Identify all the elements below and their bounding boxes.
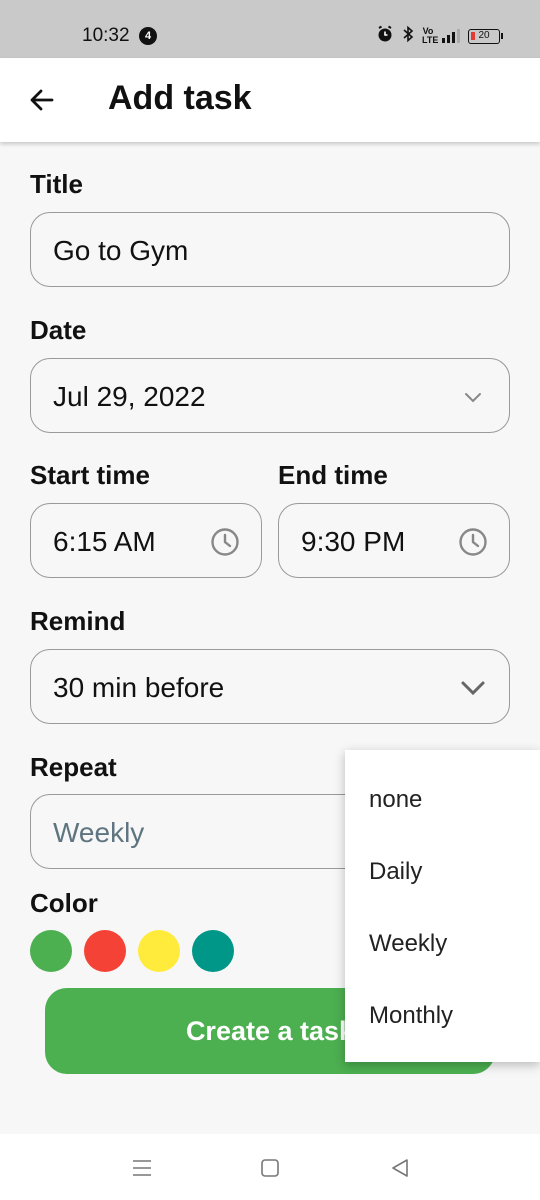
color-swatches <box>30 930 234 972</box>
color-swatch-red[interactable] <box>84 930 126 972</box>
date-value: Jul 29, 2022 <box>53 381 206 412</box>
status-icons: Vo LTE 20 <box>376 25 503 48</box>
back-button[interactable] <box>22 80 62 120</box>
title-field[interactable]: Go to Gym <box>30 212 510 287</box>
page-title: Add task <box>108 79 252 117</box>
dropdown-option-monthly[interactable]: Monthly <box>369 1002 453 1030</box>
volte-indicator: Vo LTE <box>422 26 439 45</box>
end-time-field[interactable]: 9:30 PM <box>278 503 510 578</box>
app-bar: Add task <box>0 58 540 142</box>
chevron-down-icon[interactable] <box>457 381 489 413</box>
color-swatch-yellow[interactable] <box>138 930 180 972</box>
end-time-value: 9:30 PM <box>301 526 406 557</box>
status-time: 10:32 <box>82 25 130 46</box>
color-swatch-teal[interactable] <box>192 930 234 972</box>
end-time-label: End time <box>278 460 388 490</box>
date-label: Date <box>30 315 87 345</box>
bluetooth-icon <box>402 25 414 48</box>
notification-badge: 4 <box>139 27 157 45</box>
signal-icon <box>442 29 460 43</box>
repeat-dropdown-menu: none Daily Weekly Monthly <box>345 750 540 1062</box>
dropdown-option-weekly[interactable]: Weekly <box>369 930 447 958</box>
status-bar: 10:32 4 Vo LTE 20 <box>0 0 540 58</box>
dropdown-option-none[interactable]: none <box>369 786 422 814</box>
title-label: Title <box>30 169 83 199</box>
chevron-down-icon[interactable] <box>457 672 489 704</box>
remind-value: 30 min before <box>53 672 225 703</box>
alarm-icon <box>376 25 394 48</box>
triangle-back-icon <box>392 1159 408 1177</box>
square-icon <box>261 1159 279 1177</box>
clock-icon[interactable] <box>457 526 489 558</box>
menu-button[interactable] <box>130 1156 154 1180</box>
start-time-field[interactable]: 6:15 AM <box>30 503 262 578</box>
battery-icon: 20 <box>468 28 503 44</box>
arrow-left-icon <box>30 89 54 111</box>
repeat-value: Weekly <box>53 817 145 848</box>
start-time-label: Start time <box>30 460 150 490</box>
back-nav-button[interactable] <box>388 1156 412 1180</box>
clock-icon[interactable] <box>209 526 241 558</box>
remind-label: Remind <box>30 606 126 636</box>
home-button[interactable] <box>258 1156 282 1180</box>
start-time-value: 6:15 AM <box>53 526 156 557</box>
repeat-label: Repeat <box>30 752 117 782</box>
remind-field[interactable]: 30 min before <box>30 649 510 724</box>
color-swatch-green[interactable] <box>30 930 72 972</box>
dropdown-option-daily[interactable]: Daily <box>369 858 422 886</box>
menu-icon <box>133 1160 151 1176</box>
title-value: Go to Gym <box>53 235 189 266</box>
date-field[interactable]: Jul 29, 2022 <box>30 358 510 433</box>
system-nav-bar <box>0 1134 540 1200</box>
color-label: Color <box>30 888 98 918</box>
